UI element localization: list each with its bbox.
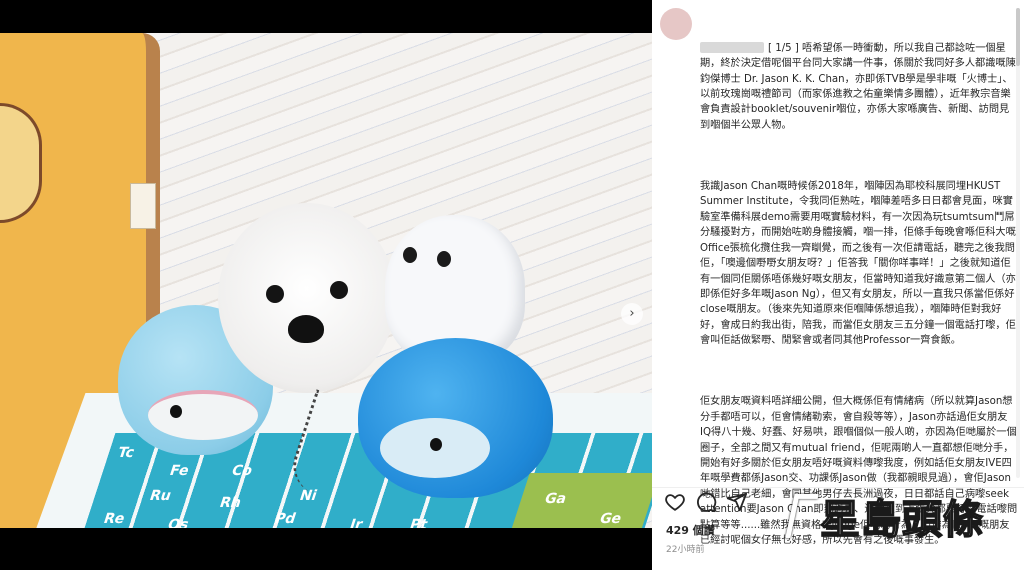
plush-eye	[266, 285, 284, 303]
heart-icon[interactable]	[664, 491, 686, 513]
caption-paragraph: [ 1/5 ] 唔希望係一時衝動，所以我自己都諗咗一個星期，終於決定借呢個平台同…	[700, 41, 1018, 133]
watermark-bracket-icon	[785, 494, 819, 538]
like-count[interactable]: 429 個讚	[666, 522, 715, 538]
caption-paragraph: 我識Jason Chan嘅時候係2018年，嗰陣因為耶校科展同埋HKUST Su…	[700, 181, 1016, 347]
blurred-username[interactable]	[700, 42, 764, 54]
watermark-text: 星島頭條	[819, 496, 984, 544]
caption-scrollbar[interactable]	[1016, 8, 1020, 478]
plush-white-seal	[218, 203, 396, 393]
plush-eye	[330, 281, 348, 299]
post-caption: [ 1/5 ] 唔希望係一時衝動，所以我自己都諗咗一個星期，終於決定借呢個平台同…	[700, 10, 1018, 570]
plush-eye	[170, 405, 182, 418]
plush-belly	[148, 390, 258, 440]
pillow-tag	[130, 183, 156, 229]
caption-scrollbar-thumb[interactable]	[1016, 8, 1020, 66]
element-label: Os	[165, 517, 191, 528]
avatar[interactable]	[660, 8, 692, 40]
news-watermark: 星島頭條	[785, 488, 1010, 544]
plush-eye	[430, 438, 442, 451]
comment-icon[interactable]	[695, 491, 717, 513]
caption-paragraph-text: [ 1/5 ] 唔希望係一時衝動，所以我自己都諗咗一個星期，終於決定借呢個平台同…	[700, 42, 1016, 131]
plush-eye	[437, 251, 451, 267]
post-photo-panel: Tc Fe Co Ni Ru Rh Pd Re Os Ir Pt Ga Ge ›	[0, 0, 652, 570]
plush-nose	[288, 315, 324, 343]
plush-eye	[403, 247, 417, 263]
post-timestamp[interactable]: 22小時前	[666, 542, 704, 555]
share-icon[interactable]	[726, 491, 748, 513]
plush-blue-whale	[358, 338, 553, 498]
carousel-next-button[interactable]: ›	[621, 303, 643, 325]
periodic-table-tile-green	[510, 473, 652, 528]
post-photo[interactable]: Tc Fe Co Ni Ru Rh Pd Re Os Ir Pt Ga Ge ›	[0, 33, 652, 528]
